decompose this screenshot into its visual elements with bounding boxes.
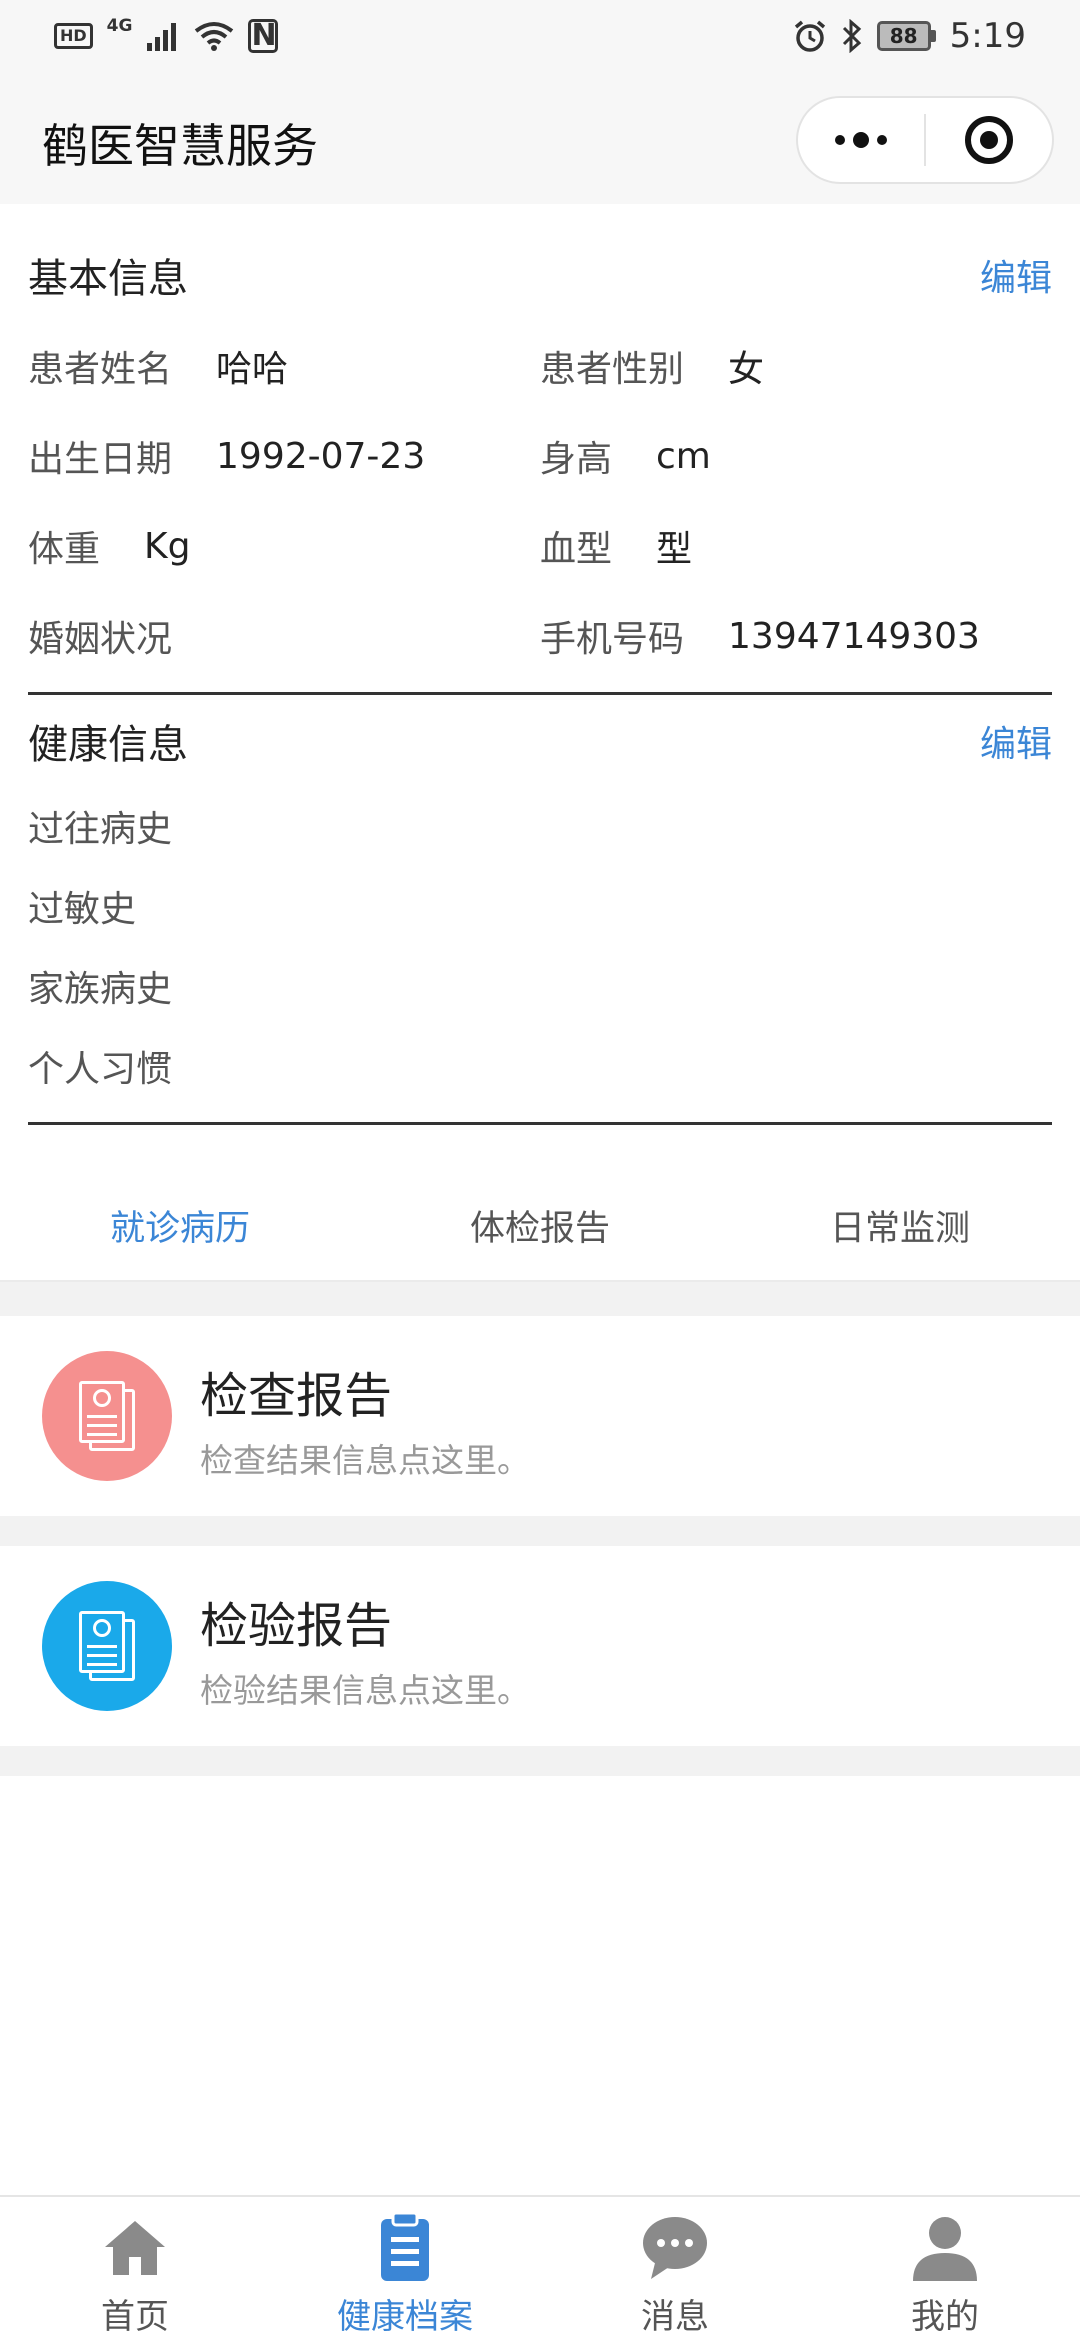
health-info-edit-link[interactable]: 编辑 xyxy=(980,715,1052,767)
tabbar-home[interactable]: 首页 xyxy=(0,2197,270,2340)
close-mini-program-button[interactable] xyxy=(926,98,1052,182)
health-item-family: 家族病史 xyxy=(28,969,173,1010)
battery-icon: 88 xyxy=(876,21,936,51)
height-label: 身高 xyxy=(540,439,613,480)
tabbar-health-record-label: 健康档案 xyxy=(337,2297,473,2337)
blood-type-value: 型 xyxy=(656,529,693,570)
more-button[interactable] xyxy=(798,98,924,182)
health-item-history: 过往病史 xyxy=(28,809,173,850)
status-bar: HD 4G N 88 5:19 xyxy=(0,0,1080,72)
basic-info-edit-link[interactable]: 编辑 xyxy=(980,249,1052,301)
section-gap xyxy=(0,1746,1080,1776)
weight-value: Kg xyxy=(144,525,191,567)
network-type: 4G xyxy=(106,16,133,36)
exam-report-icon xyxy=(42,1351,172,1481)
info-row: 患者姓名 哈哈 患者性别 女 xyxy=(28,340,1052,390)
birth-date-label: 出生日期 xyxy=(28,439,173,480)
info-row: 婚姻状况 手机号码 13947149303 xyxy=(28,610,1052,661)
blood-type-label: 血型 xyxy=(540,529,613,570)
tabbar-health-record[interactable]: 健康档案 xyxy=(270,2197,540,2340)
alarm-icon xyxy=(794,20,825,52)
health-item-habits: 个人习惯 xyxy=(28,1049,173,1090)
height-value: cm xyxy=(656,435,711,477)
lab-report-subtitle: 检验结果信息点这里。 xyxy=(200,1671,530,1710)
tab-physical-exam[interactable]: 体检报告 xyxy=(360,1200,720,1251)
more-dots-icon xyxy=(835,132,887,148)
bluetooth-icon xyxy=(842,19,861,53)
exam-report-card[interactable]: 检查报告 检查结果信息点这里。 xyxy=(0,1316,1080,1516)
divider xyxy=(28,692,1052,695)
target-icon xyxy=(964,116,1013,164)
nfc-icon: N xyxy=(248,19,279,53)
info-row: 体重 Kg 血型 型 xyxy=(28,520,1052,571)
record-tabs: 就诊病历 体检报告 日常监测 xyxy=(0,1170,1080,1280)
signal-icon xyxy=(147,23,177,51)
health-item-allergy: 过敏史 xyxy=(28,889,137,930)
marital-status-label: 婚姻状况 xyxy=(28,619,173,660)
phone-label: 手机号码 xyxy=(540,619,685,660)
tabbar-home-label: 首页 xyxy=(101,2297,169,2337)
lab-report-card[interactable]: 检验报告 检验结果信息点这里。 xyxy=(0,1546,1080,1746)
health-info-title: 健康信息 xyxy=(28,722,188,768)
tabbar-profile-label: 我的 xyxy=(911,2297,979,2337)
page-title: 鹤医智慧服务 xyxy=(42,119,318,173)
clock: 5:19 xyxy=(949,16,1026,56)
tabbar-messages[interactable]: 消息 xyxy=(540,2197,810,2340)
basic-info-header: 基本信息 编辑 xyxy=(28,246,1052,304)
home-icon xyxy=(105,2221,165,2275)
nav-bar: 鹤医智慧服务 xyxy=(0,72,1080,204)
patient-gender-label: 患者性别 xyxy=(540,349,685,390)
profile-icon xyxy=(913,2217,977,2281)
wifi-icon xyxy=(195,22,234,51)
hd-indicator: HD xyxy=(54,23,93,49)
health-info-header: 健康信息 编辑 xyxy=(28,712,1052,770)
tabbar-messages-label: 消息 xyxy=(641,2297,709,2337)
divider xyxy=(28,1122,1052,1125)
weight-label: 体重 xyxy=(28,529,101,570)
lab-report-icon xyxy=(42,1581,172,1711)
battery-level: 88 xyxy=(876,21,931,51)
patient-gender-value: 女 xyxy=(728,349,765,390)
phone-value: 13947149303 xyxy=(728,615,980,657)
patient-name-label: 患者姓名 xyxy=(28,349,173,390)
basic-info-title: 基本信息 xyxy=(28,256,188,302)
exam-report-subtitle: 检查结果信息点这里。 xyxy=(200,1441,530,1480)
health-record-icon xyxy=(381,2211,429,2281)
tabbar-profile[interactable]: 我的 xyxy=(810,2197,1080,2340)
section-gap xyxy=(0,1280,1080,1316)
birth-date-value: 1992-07-23 xyxy=(216,435,426,477)
tab-medical-records[interactable]: 就诊病历 xyxy=(0,1200,360,1251)
mini-program-capsule xyxy=(796,96,1054,184)
section-gap xyxy=(0,1516,1080,1546)
exam-report-title: 检查报告 xyxy=(200,1368,393,1424)
info-row: 出生日期 1992-07-23 身高 cm xyxy=(28,430,1052,481)
message-icon xyxy=(643,2217,707,2279)
bottom-tab-bar: 首页 健康档案 消息 我的 xyxy=(0,2195,1080,2340)
patient-name-value: 哈哈 xyxy=(216,349,289,390)
tab-daily-monitoring[interactable]: 日常监测 xyxy=(720,1200,1080,1251)
lab-report-title: 检验报告 xyxy=(200,1598,393,1654)
